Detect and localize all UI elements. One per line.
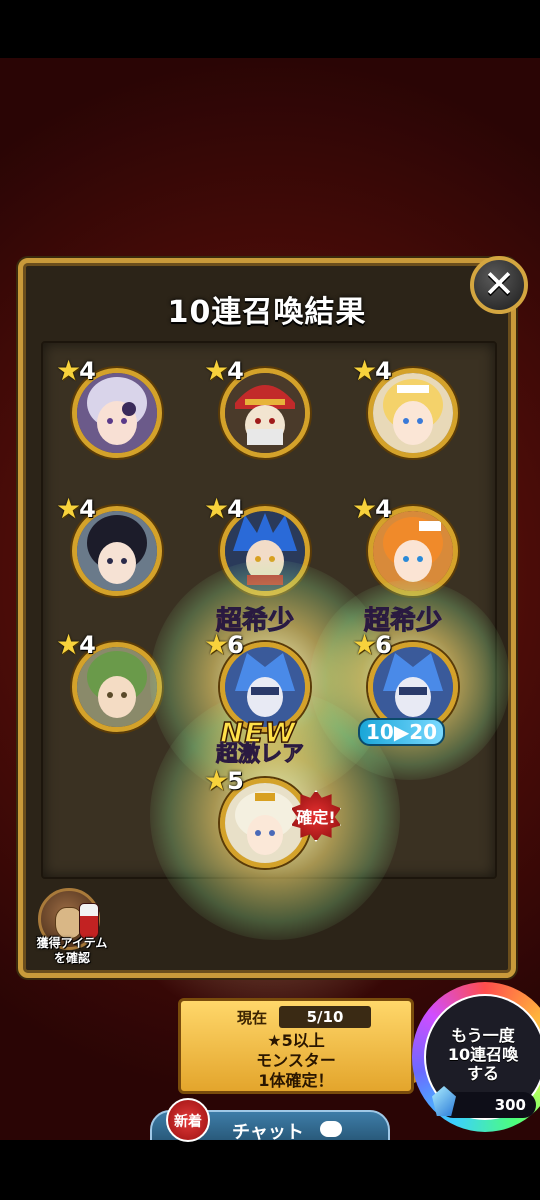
rarity-badge: ★ 4 (56, 356, 96, 386)
star-icon: ★ (204, 492, 230, 525)
status-bar (0, 0, 540, 58)
rarity-number: 4 (375, 495, 392, 523)
progress-row: 現在 5/10 (237, 1006, 372, 1028)
rarity-badge: ★ 4 (352, 494, 392, 524)
result-monster-3[interactable]: ★ 4 (352, 352, 468, 472)
guarantee-line3: 1体確定！ (258, 1071, 334, 1090)
summon-again-line3: する (466, 1064, 499, 1083)
star-icon: ★ (56, 628, 82, 661)
star-icon: ★ (204, 764, 230, 797)
obtained-items-label: 獲得アイテム を確認 (26, 936, 118, 966)
rarity-label: 超希少 (363, 600, 442, 637)
rarity-number: 4 (79, 357, 96, 385)
rarity-number: 4 (375, 357, 392, 385)
summon-again-line2: 10連召喚 (447, 1045, 519, 1064)
summon-again-label: もう一度 10連召喚 する (428, 1026, 538, 1083)
result-monster-9[interactable]: 超希少 ★ 6 10▶20 (352, 606, 468, 746)
obtained-items-button[interactable]: 獲得アイテム を確認 (30, 888, 114, 968)
rarity-number: 4 (227, 495, 244, 523)
rarity-badge: ★ 4 (56, 630, 96, 660)
summon-again-line1: もう一度 (451, 1026, 515, 1045)
rarity-label: 超激レア (215, 736, 304, 768)
result-monster-8[interactable]: 超希少 ★ 6 NEW (204, 606, 320, 750)
rarity-number: 4 (79, 495, 96, 523)
rarity-number: 5 (227, 767, 244, 795)
rarity-badge: ★ 4 (56, 494, 96, 524)
guarantee-line2: モンスター (256, 1051, 336, 1070)
chat-new-badge: 新着 (166, 1098, 210, 1142)
rarity-badge: ★ 5 (204, 766, 244, 796)
star-icon: ★ (56, 492, 82, 525)
rarity-label: 超希少 (215, 600, 294, 637)
star-icon: ★ (352, 492, 378, 525)
rarity-badge: ★ 4 (204, 494, 244, 524)
rarity-badge: ★ 4 (204, 356, 244, 386)
star-icon: ★ (56, 354, 82, 387)
guarantee-progress-panel: 現在 5/10 ★5以上 モンスター 1体確定！ (178, 998, 414, 1094)
guarantee-text: ★5以上 モンスター 1体確定！ (181, 1031, 411, 1091)
dialog-title: 10連召喚結果 (167, 295, 367, 330)
guarantee-line1: ★5以上 (267, 1031, 325, 1050)
navigation-bar (0, 1140, 540, 1200)
result-monster-4[interactable]: ★ 4 (56, 490, 172, 610)
rarity-badge: ★ 4 (352, 356, 392, 386)
result-monster-1[interactable]: ★ 4 (56, 352, 172, 472)
luck-up-tag: 10▶20 (358, 718, 446, 746)
result-monster-2[interactable]: ★ 4 (204, 352, 320, 472)
rarity-number: 4 (227, 357, 244, 385)
progress-value: 5/10 (279, 1006, 372, 1028)
potion-icon (79, 903, 99, 939)
star-icon: ★ (352, 354, 378, 387)
obtained-items-label-line2: を確認 (53, 951, 90, 965)
rarity-number: 4 (79, 631, 96, 659)
star-icon: ★ (204, 354, 230, 387)
close-button[interactable]: ✕ (470, 256, 528, 314)
obtained-items-label-line1: 獲得アイテム (36, 936, 108, 950)
chat-bubble-icon (320, 1121, 342, 1137)
progress-label: 現在 (237, 1008, 268, 1027)
result-monster-10[interactable]: 超激レア ★ 5 確定! (204, 742, 341, 882)
